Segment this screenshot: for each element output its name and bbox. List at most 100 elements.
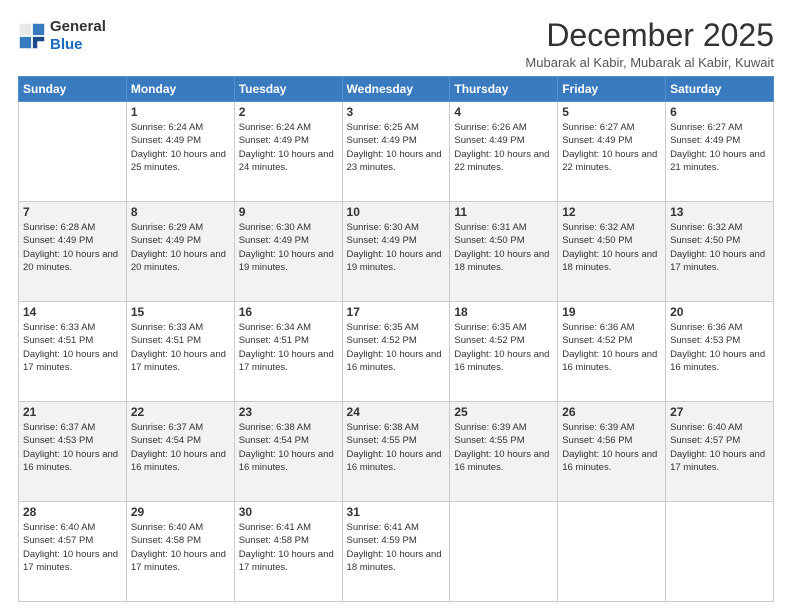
table-row: 25 Sunrise: 6:39 AMSunset: 4:55 PMDayligh… bbox=[450, 402, 558, 502]
table-row: 16 Sunrise: 6:34 AMSunset: 4:51 PMDayligh… bbox=[234, 302, 342, 402]
day-number: 16 bbox=[239, 305, 338, 319]
calendar-subtitle: Mubarak al Kabir, Mubarak al Kabir, Kuwa… bbox=[525, 55, 774, 70]
calendar-week-row: 28Sunrise: 6:40 AMSunset: 4:57 PMDayligh… bbox=[19, 502, 774, 602]
day-info: Sunrise: 6:33 AMSunset: 4:51 PMDaylight:… bbox=[23, 321, 122, 374]
day-info: Sunrise: 6:41 AMSunset: 4:58 PMDaylight:… bbox=[239, 521, 338, 574]
table-row: 24 Sunrise: 6:38 AMSunset: 4:55 PMDayligh… bbox=[342, 402, 450, 502]
day-info: Sunrise: 6:36 AMSunset: 4:53 PMDaylight:… bbox=[670, 321, 769, 374]
table-row: 15 Sunrise: 6:33 AMSunset: 4:51 PMDayligh… bbox=[126, 302, 234, 402]
table-row: 18Sunrise: 6:35 AMSunset: 4:52 PMDayligh… bbox=[450, 302, 558, 402]
col-tuesday: Tuesday bbox=[234, 77, 342, 102]
calendar-week-row: 7 Sunrise: 6:28 AMSunset: 4:49 PMDaylight… bbox=[19, 202, 774, 302]
day-number: 3 bbox=[347, 105, 446, 119]
table-row: 8 Sunrise: 6:29 AMSunset: 4:49 PMDaylight… bbox=[126, 202, 234, 302]
day-number: 21 bbox=[23, 405, 122, 419]
day-number: 13 bbox=[670, 205, 769, 219]
day-info: Sunrise: 6:41 AMSunset: 4:59 PMDaylight:… bbox=[347, 521, 446, 574]
calendar-table: Sunday Monday Tuesday Wednesday Thursday… bbox=[18, 76, 774, 602]
day-info: Sunrise: 6:28 AMSunset: 4:49 PMDaylight:… bbox=[23, 221, 122, 274]
day-info: Sunrise: 6:24 AMSunset: 4:49 PMDaylight:… bbox=[239, 121, 338, 174]
table-row: 17 Sunrise: 6:35 AMSunset: 4:52 PMDayligh… bbox=[342, 302, 450, 402]
day-info: Sunrise: 6:29 AMSunset: 4:49 PMDaylight:… bbox=[131, 221, 230, 274]
day-number: 18 bbox=[454, 305, 553, 319]
table-row: 21 Sunrise: 6:37 AMSunset: 4:53 PMDayligh… bbox=[19, 402, 127, 502]
header: General Blue December 2025 Mubarak al Ka… bbox=[18, 18, 774, 70]
table-row bbox=[666, 502, 774, 602]
day-info: Sunrise: 6:38 AMSunset: 4:55 PMDaylight:… bbox=[347, 421, 446, 474]
calendar-week-row: 21 Sunrise: 6:37 AMSunset: 4:53 PMDayligh… bbox=[19, 402, 774, 502]
day-info: Sunrise: 6:36 AMSunset: 4:52 PMDaylight:… bbox=[562, 321, 661, 374]
col-sunday: Sunday bbox=[19, 77, 127, 102]
day-number: 20 bbox=[670, 305, 769, 319]
day-info: Sunrise: 6:37 AMSunset: 4:53 PMDaylight:… bbox=[23, 421, 122, 474]
table-row: 4Sunrise: 6:26 AMSunset: 4:49 PMDaylight… bbox=[450, 102, 558, 202]
col-monday: Monday bbox=[126, 77, 234, 102]
day-info: Sunrise: 6:32 AMSunset: 4:50 PMDaylight:… bbox=[562, 221, 661, 274]
col-saturday: Saturday bbox=[666, 77, 774, 102]
day-number: 15 bbox=[131, 305, 230, 319]
day-number: 19 bbox=[562, 305, 661, 319]
day-number: 24 bbox=[347, 405, 446, 419]
table-row: 12Sunrise: 6:32 AMSunset: 4:50 PMDayligh… bbox=[558, 202, 666, 302]
day-number: 29 bbox=[131, 505, 230, 519]
day-info: Sunrise: 6:40 AMSunset: 4:57 PMDaylight:… bbox=[670, 421, 769, 474]
day-number: 22 bbox=[131, 405, 230, 419]
table-row: 2 Sunrise: 6:24 AMSunset: 4:49 PMDaylight… bbox=[234, 102, 342, 202]
title-block: December 2025 Mubarak al Kabir, Mubarak … bbox=[525, 18, 774, 70]
day-number: 2 bbox=[239, 105, 338, 119]
day-number: 8 bbox=[131, 205, 230, 219]
col-friday: Friday bbox=[558, 77, 666, 102]
table-row: 9 Sunrise: 6:30 AMSunset: 4:49 PMDaylight… bbox=[234, 202, 342, 302]
table-row: 13Sunrise: 6:32 AMSunset: 4:50 PMDayligh… bbox=[666, 202, 774, 302]
day-info: Sunrise: 6:35 AMSunset: 4:52 PMDaylight:… bbox=[347, 321, 446, 374]
day-info: Sunrise: 6:34 AMSunset: 4:51 PMDaylight:… bbox=[239, 321, 338, 374]
day-number: 28 bbox=[23, 505, 122, 519]
table-row: 28Sunrise: 6:40 AMSunset: 4:57 PMDayligh… bbox=[19, 502, 127, 602]
day-number: 25 bbox=[454, 405, 553, 419]
table-row bbox=[19, 102, 127, 202]
page: General Blue December 2025 Mubarak al Ka… bbox=[0, 0, 792, 612]
day-info: Sunrise: 6:37 AMSunset: 4:54 PMDaylight:… bbox=[131, 421, 230, 474]
table-row: 19 Sunrise: 6:36 AMSunset: 4:52 PMDayligh… bbox=[558, 302, 666, 402]
day-number: 17 bbox=[347, 305, 446, 319]
day-info: Sunrise: 6:40 AMSunset: 4:58 PMDaylight:… bbox=[131, 521, 230, 574]
table-row: 10 Sunrise: 6:30 AMSunset: 4:49 PMDayligh… bbox=[342, 202, 450, 302]
table-row: 22 Sunrise: 6:37 AMSunset: 4:54 PMDayligh… bbox=[126, 402, 234, 502]
col-wednesday: Wednesday bbox=[342, 77, 450, 102]
day-number: 7 bbox=[23, 205, 122, 219]
logo-blue-text: Blue bbox=[50, 36, 83, 53]
day-number: 27 bbox=[670, 405, 769, 419]
day-info: Sunrise: 6:30 AMSunset: 4:49 PMDaylight:… bbox=[239, 221, 338, 274]
table-row: 11Sunrise: 6:31 AMSunset: 4:50 PMDayligh… bbox=[450, 202, 558, 302]
day-info: Sunrise: 6:30 AMSunset: 4:49 PMDaylight:… bbox=[347, 221, 446, 274]
table-row: 29 Sunrise: 6:40 AMSunset: 4:58 PMDayligh… bbox=[126, 502, 234, 602]
day-number: 5 bbox=[562, 105, 661, 119]
day-info: Sunrise: 6:24 AMSunset: 4:49 PMDaylight:… bbox=[131, 121, 230, 174]
table-row: 3 Sunrise: 6:25 AMSunset: 4:49 PMDaylight… bbox=[342, 102, 450, 202]
table-row bbox=[558, 502, 666, 602]
calendar-week-row: 14 Sunrise: 6:33 AMSunset: 4:51 PMDayligh… bbox=[19, 302, 774, 402]
col-thursday: Thursday bbox=[450, 77, 558, 102]
day-info: Sunrise: 6:39 AMSunset: 4:55 PMDaylight:… bbox=[454, 421, 553, 474]
calendar-header-row: Sunday Monday Tuesday Wednesday Thursday… bbox=[19, 77, 774, 102]
day-number: 14 bbox=[23, 305, 122, 319]
day-number: 10 bbox=[347, 205, 446, 219]
table-row: 23 Sunrise: 6:38 AMSunset: 4:54 PMDayligh… bbox=[234, 402, 342, 502]
table-row: 26Sunrise: 6:39 AMSunset: 4:56 PMDayligh… bbox=[558, 402, 666, 502]
day-info: Sunrise: 6:33 AMSunset: 4:51 PMDaylight:… bbox=[131, 321, 230, 374]
day-info: Sunrise: 6:27 AMSunset: 4:49 PMDaylight:… bbox=[562, 121, 661, 174]
table-row: 1 Sunrise: 6:24 AMSunset: 4:49 PMDaylight… bbox=[126, 102, 234, 202]
table-row: 5 Sunrise: 6:27 AMSunset: 4:49 PMDaylight… bbox=[558, 102, 666, 202]
table-row bbox=[450, 502, 558, 602]
day-number: 23 bbox=[239, 405, 338, 419]
day-number: 9 bbox=[239, 205, 338, 219]
day-info: Sunrise: 6:25 AMSunset: 4:49 PMDaylight:… bbox=[347, 121, 446, 174]
day-number: 6 bbox=[670, 105, 769, 119]
day-info: Sunrise: 6:38 AMSunset: 4:54 PMDaylight:… bbox=[239, 421, 338, 474]
table-row: 27 Sunrise: 6:40 AMSunset: 4:57 PMDayligh… bbox=[666, 402, 774, 502]
day-number: 26 bbox=[562, 405, 661, 419]
day-info: Sunrise: 6:26 AMSunset: 4:49 PMDaylight:… bbox=[454, 121, 553, 174]
table-row: 20 Sunrise: 6:36 AMSunset: 4:53 PMDayligh… bbox=[666, 302, 774, 402]
day-number: 1 bbox=[131, 105, 230, 119]
table-row: 14 Sunrise: 6:33 AMSunset: 4:51 PMDayligh… bbox=[19, 302, 127, 402]
